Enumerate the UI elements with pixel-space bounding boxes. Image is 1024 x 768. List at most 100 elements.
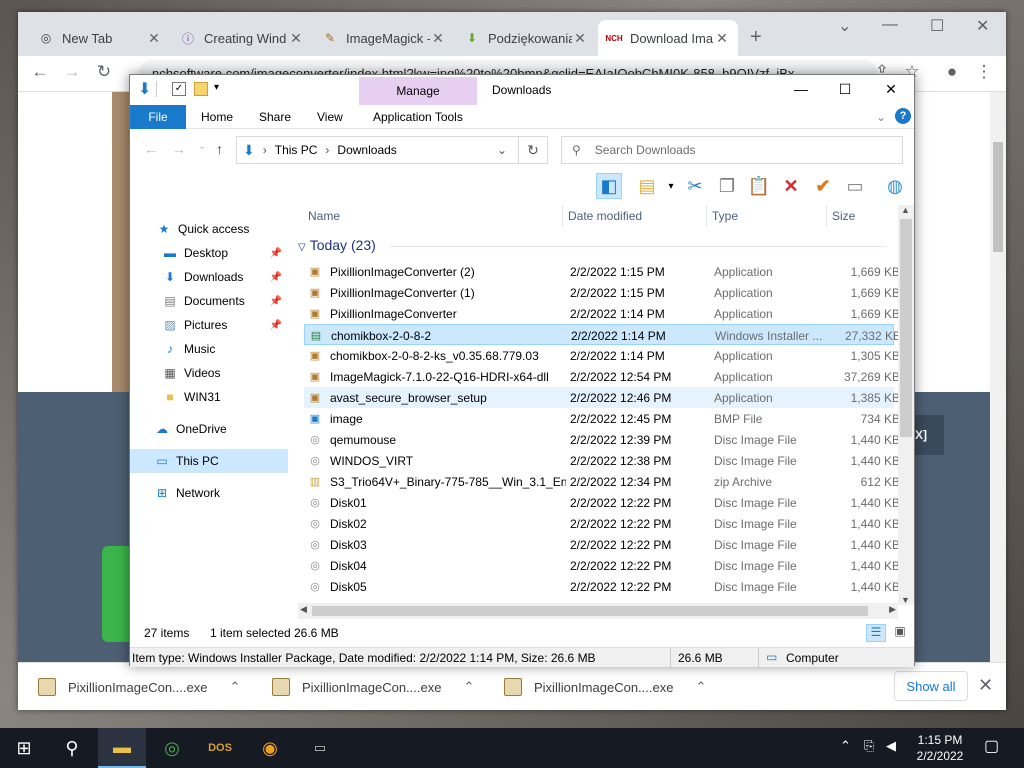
horizontal-scrollbar[interactable]: ◀ ▶ (298, 603, 898, 619)
ribbon-tab-home[interactable]: Home (201, 110, 233, 124)
menu-kebab-icon[interactable]: ⋮ (972, 62, 996, 82)
volume-tray-icon[interactable]: ◀ (886, 738, 896, 754)
scrollbar-thumb[interactable] (312, 606, 868, 616)
file-row[interactable]: ▤ chomikbox-2-0-8-2 2/2/2022 1:14 PM Window… (304, 324, 898, 345)
minimize-icon[interactable]: — (786, 81, 816, 97)
search-input[interactable]: ⚲ Search Downloads (561, 136, 903, 164)
page-scrollbar[interactable] (990, 92, 1006, 662)
nav-network[interactable]: ⊞ Network (130, 481, 288, 505)
tray-chevron-up-icon[interactable]: ⌃ (840, 738, 851, 754)
details-view-icon[interactable]: ☰ (866, 624, 886, 642)
close-icon[interactable]: ✕ (288, 30, 304, 47)
preview-pane-icon[interactable]: ◧ (596, 173, 622, 199)
file-explorer-taskbar-icon[interactable]: ▬ (98, 728, 146, 768)
scroll-down-icon[interactable]: ▼ (901, 595, 910, 605)
forward-arrow-icon[interactable]: → (60, 62, 84, 82)
nav-this-pc[interactable]: ▭ This PC (130, 449, 288, 473)
large-icons-view-icon[interactable]: ▣ (890, 624, 910, 642)
chrome-taskbar-icon[interactable]: ◎ (148, 728, 196, 768)
tab-imagemagick[interactable]: ✎ ImageMagick - ✕ (314, 20, 454, 56)
file-row[interactable]: ▥ S3_Trio64V+_Binary-775-785__Win_3.1_En.… (304, 471, 898, 492)
nav-music[interactable]: ♪ Music (130, 337, 288, 361)
file-row[interactable]: ◎ qemumouse 2/2/2022 12:39 PM Disc Image Fi… (304, 429, 898, 450)
column-date-modified[interactable]: Date modified (568, 209, 642, 223)
new-tab-plus-icon[interactable]: + (750, 26, 762, 49)
file-row[interactable]: ▣ ImageMagick-7.1.0-22-Q16-HDRI-x64-dll 2/… (304, 366, 898, 387)
download-item[interactable]: PixillionImageCon....exe ⌃ (504, 673, 706, 701)
minimize-icon[interactable]: — (882, 16, 898, 34)
column-divider[interactable] (562, 205, 563, 227)
ribbon-tab-view[interactable]: View (317, 110, 343, 124)
group-header-today[interactable]: ▽ Today (23) (298, 237, 376, 253)
up-arrow-icon[interactable]: ↑ (216, 141, 223, 157)
delete-icon[interactable]: ✕ (778, 173, 804, 199)
file-row[interactable]: ▣ PixillionImageConverter 2/2/2022 1:14 PM… (304, 303, 898, 324)
start-windows-icon[interactable]: ⊞ (0, 728, 48, 768)
checkmark-icon[interactable]: ✔ (810, 173, 836, 199)
maximize-icon[interactable]: ☐ (830, 81, 860, 98)
maximize-icon[interactable]: ☐ (930, 16, 944, 36)
close-icon[interactable]: ✕ (876, 81, 906, 98)
reload-icon[interactable]: ↻ (92, 62, 116, 82)
profile-avatar-icon[interactable]: ● (940, 62, 964, 82)
nav-downloads[interactable]: ⬇ Downloads 📌 (130, 265, 288, 289)
folder-options-icon[interactable]: ▤ (634, 173, 660, 199)
tab-creating-windows[interactable]: ⓘ Creating Wind ✕ (172, 20, 312, 56)
close-icon[interactable]: ✕ (714, 30, 730, 47)
ribbon-expand-chevron-icon[interactable]: ⌄ (876, 110, 886, 124)
close-icon[interactable]: ✕ (146, 30, 162, 47)
tab-new-tab[interactable]: ◎ New Tab ✕ (30, 20, 170, 56)
column-divider[interactable] (706, 205, 707, 227)
chevron-up-icon[interactable]: ⌃ (463, 679, 474, 695)
new-folder-icon[interactable] (194, 82, 208, 96)
scrollbar-thumb[interactable] (900, 219, 912, 437)
close-icon[interactable]: ✕ (430, 30, 446, 47)
file-row[interactable]: ◎ Disk04 2/2/2022 12:22 PM Disc Image File 1… (304, 555, 898, 576)
nav-quick-access[interactable]: ★ Quick access (130, 217, 288, 241)
tab-search-chevron-icon[interactable]: ⌄ (838, 16, 851, 36)
address-dropdown-icon[interactable]: ⌄ (497, 143, 507, 157)
recent-chevron-icon[interactable]: ⌄ (198, 141, 206, 152)
network-tray-icon[interactable]: ⎘ (864, 738, 874, 754)
paste-icon[interactable]: 📋 (746, 173, 772, 199)
search-icon[interactable]: ⚲ (48, 728, 96, 768)
quick-access-down-arrow-icon[interactable]: ⬇ (138, 79, 152, 98)
manage-tab[interactable]: Manage (359, 77, 477, 105)
scroll-up-icon[interactable]: ▲ (901, 205, 910, 215)
cut-icon[interactable]: ✂ (682, 173, 708, 199)
show-all-button[interactable]: Show all (894, 671, 968, 701)
column-size[interactable]: Size (832, 209, 855, 223)
file-row[interactable]: ◎ Disk03 2/2/2022 12:22 PM Disc Image File 1… (304, 534, 898, 555)
file-list-scrollbar[interactable]: ▲ ▼ (898, 205, 914, 605)
chevron-up-icon[interactable]: ⌃ (229, 679, 240, 695)
file-row[interactable]: ▣ image 2/2/2022 12:45 PM BMP File 734 KB (304, 408, 898, 429)
chevron-up-icon[interactable]: ⌃ (695, 679, 706, 695)
address-bar[interactable]: ⬇ › This PC › Downloads ⌄ (236, 136, 548, 164)
nav-videos[interactable]: ▦ Videos (130, 361, 288, 385)
dosbox-taskbar-icon[interactable]: DOS (196, 728, 244, 768)
copy-icon[interactable]: ❐ (714, 173, 740, 199)
file-row[interactable]: ◎ WINDOS_VIRT 2/2/2022 12:38 PM Disc Image … (304, 450, 898, 471)
back-arrow-icon[interactable]: ← (28, 62, 52, 82)
refresh-icon[interactable]: ↻ (518, 136, 548, 164)
nav-onedrive[interactable]: ☁ OneDrive (130, 417, 288, 441)
download-item[interactable]: PixillionImageCon....exe ⌃ (38, 673, 240, 701)
tab-download-image-converter[interactable]: NCH Download Ima ✕ (598, 20, 738, 56)
scroll-right-icon[interactable]: ▶ (889, 604, 896, 615)
options-dropdown-icon[interactable]: ▾ (658, 173, 684, 199)
file-row[interactable]: ◎ Disk05 2/2/2022 12:22 PM Disc Image File 1… (304, 576, 898, 597)
notifications-icon[interactable]: ▢ (984, 736, 999, 756)
column-type[interactable]: Type (712, 209, 738, 223)
file-row[interactable]: ◎ Disk01 2/2/2022 12:22 PM Disc Image File 1… (304, 492, 898, 513)
close-icon[interactable]: ✕ (572, 30, 588, 47)
properties-icon[interactable]: ✓ (172, 82, 186, 96)
download-item[interactable]: PixillionImageCon....exe ⌃ (272, 673, 474, 701)
nav-pictures[interactable]: ▨ Pictures 📌 (130, 313, 288, 337)
file-row[interactable]: ▣ avast_secure_browser_setup 2/2/2022 12:4… (304, 387, 898, 408)
file-row[interactable]: ◎ Disk02 2/2/2022 12:22 PM Disc Image File 1… (304, 513, 898, 534)
globe-icon[interactable]: ◍ (882, 173, 908, 199)
nav-desktop[interactable]: ▬ Desktop 📌 (130, 241, 288, 265)
breadcrumb-downloads[interactable]: Downloads (337, 143, 396, 157)
file-row[interactable]: ▣ PixillionImageConverter (2) 2/2/2022 1:1… (304, 261, 898, 282)
scrollbar-thumb[interactable] (993, 142, 1003, 252)
